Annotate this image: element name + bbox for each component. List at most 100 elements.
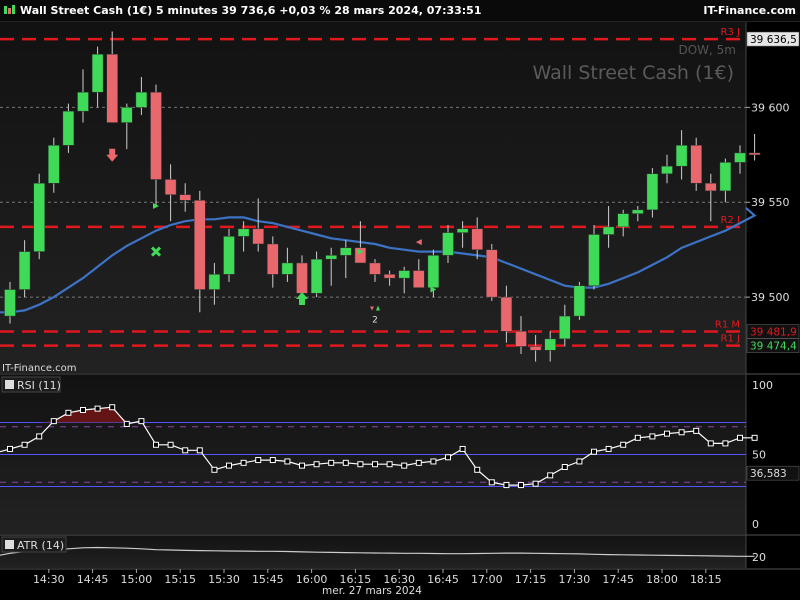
rsi-point xyxy=(591,448,597,455)
rsi-point xyxy=(50,418,57,425)
rsi-point xyxy=(36,433,43,440)
pivot-label: R1 J xyxy=(721,334,740,345)
signal-count-label: 2 xyxy=(372,315,378,325)
price-tag-label: 39 474,4 xyxy=(750,341,797,353)
rsi-point xyxy=(386,461,393,468)
bullish-candle-body xyxy=(442,232,454,256)
bearish-candle-body xyxy=(164,179,177,195)
rsi-point xyxy=(722,440,729,447)
price-tag-label: 36,583 xyxy=(750,468,787,480)
rsi-indicator-icon xyxy=(5,380,14,389)
rsi-point xyxy=(80,407,86,414)
time-tick-label: 14:30 xyxy=(33,573,65,586)
time-tick-label: 17:45 xyxy=(602,573,634,586)
r1j-price-tag: 39 474,4 xyxy=(746,338,800,353)
rsi-point xyxy=(459,445,466,452)
bullish-candle-body xyxy=(223,236,235,275)
rsi-label: RSI (11) xyxy=(17,379,61,392)
rsi-point xyxy=(167,441,174,448)
bullish-candle-body xyxy=(559,315,571,340)
rsi-point xyxy=(342,459,349,466)
rsi-point xyxy=(488,479,495,486)
candle-39[interactable] xyxy=(573,281,586,320)
candle-40[interactable] xyxy=(588,225,600,290)
rsi-point xyxy=(299,462,305,469)
bullish-candle-body xyxy=(588,234,600,286)
bullish-candle-body xyxy=(325,255,337,260)
chart-app: Wall Street Cash (1€) 5 minutes 39 736,6… xyxy=(0,0,800,600)
rsi-point xyxy=(21,441,28,448)
candle-47[interactable] xyxy=(690,137,702,191)
time-tick-label: 14:45 xyxy=(77,573,109,586)
bearish-candle-body xyxy=(500,296,513,332)
bearish-candle-body xyxy=(106,54,118,123)
atr-tick-label: 20 xyxy=(752,551,766,564)
r1m-price-tag: 39 481,9 xyxy=(746,324,800,339)
time-tick-label: 15:30 xyxy=(208,573,240,586)
bullish-candle-body xyxy=(208,274,221,290)
rsi-point xyxy=(430,458,437,465)
rsi-point xyxy=(182,447,189,454)
rsi-point xyxy=(634,434,641,441)
bearish-candle-body xyxy=(354,247,367,264)
bearish-candle-body xyxy=(194,200,206,290)
time-tick-label: 15:45 xyxy=(252,573,284,586)
bullish-candle-body xyxy=(340,247,352,256)
rsi-point xyxy=(7,445,13,452)
watermark-title: Wall Street Cash (1€) xyxy=(533,62,734,84)
source-label[interactable]: IT-Finance.com xyxy=(2,363,77,374)
candle-4[interactable] xyxy=(62,103,75,153)
rsi-point xyxy=(576,458,583,465)
rsi-pane-label[interactable]: RSI (11) xyxy=(1,376,61,393)
bullish-candle-body xyxy=(456,228,469,233)
candle-2[interactable] xyxy=(33,173,45,260)
rsi-point xyxy=(445,454,451,461)
atr-pane-bg xyxy=(0,535,746,568)
candle-44[interactable] xyxy=(646,168,659,218)
rsi-point xyxy=(284,458,291,465)
bullish-candle-body xyxy=(719,162,732,192)
bullish-candle-body xyxy=(602,226,615,235)
candle-15[interactable] xyxy=(223,228,235,282)
rsi-tick-label: 0 xyxy=(752,518,759,531)
bullish-candle-body xyxy=(121,107,133,123)
time-axis-date: mer. 27 mars 2024 xyxy=(322,585,422,597)
rsi-point xyxy=(94,405,101,412)
rsi-point xyxy=(226,462,232,469)
rsi-point xyxy=(547,472,554,479)
rsi-point xyxy=(372,461,378,468)
rsi-point xyxy=(196,447,203,454)
rsi-point xyxy=(605,445,612,452)
rsi-point xyxy=(123,420,130,427)
bearish-candle-body xyxy=(383,274,396,279)
atr-indicator-icon xyxy=(5,540,14,549)
rsi-point xyxy=(357,461,364,468)
time-tick-label: 17:00 xyxy=(471,573,503,586)
bullish-candle-body xyxy=(237,228,250,237)
bearish-candle-body xyxy=(748,152,761,156)
candle-33[interactable] xyxy=(486,243,498,301)
bearish-candle-body xyxy=(515,331,527,347)
chart-canvas[interactable]: DOW, 5mWall Street Cash (1€)R3 JR2 JR1 M… xyxy=(0,0,800,600)
bullish-candle-body xyxy=(281,262,294,275)
bullish-candle-body xyxy=(544,338,556,351)
rsi-point xyxy=(693,427,700,434)
bullish-candle-body xyxy=(33,183,45,252)
bullish-candle-body xyxy=(77,91,89,112)
bullish-candle-body xyxy=(427,255,440,288)
rsi-point xyxy=(737,434,743,441)
bearish-candle-body xyxy=(486,249,498,298)
bullish-candle-body xyxy=(675,145,688,167)
rsi-point xyxy=(649,433,656,440)
time-tick-label: 18:00 xyxy=(646,573,678,586)
rsi-point xyxy=(401,462,408,469)
pivot-label: R1 M xyxy=(715,319,740,330)
bullish-candle-body xyxy=(573,285,586,317)
rsi-point xyxy=(138,418,145,425)
watermark-timeframe: DOW, 5m xyxy=(678,43,736,57)
bearish-candle-body xyxy=(267,243,279,275)
time-tick-label: 17:30 xyxy=(559,573,591,586)
price-tick-label: 39 600 xyxy=(751,101,790,114)
atr-pane-label[interactable]: ATR (14) xyxy=(1,536,67,553)
time-tick-label: 16:45 xyxy=(427,573,459,586)
